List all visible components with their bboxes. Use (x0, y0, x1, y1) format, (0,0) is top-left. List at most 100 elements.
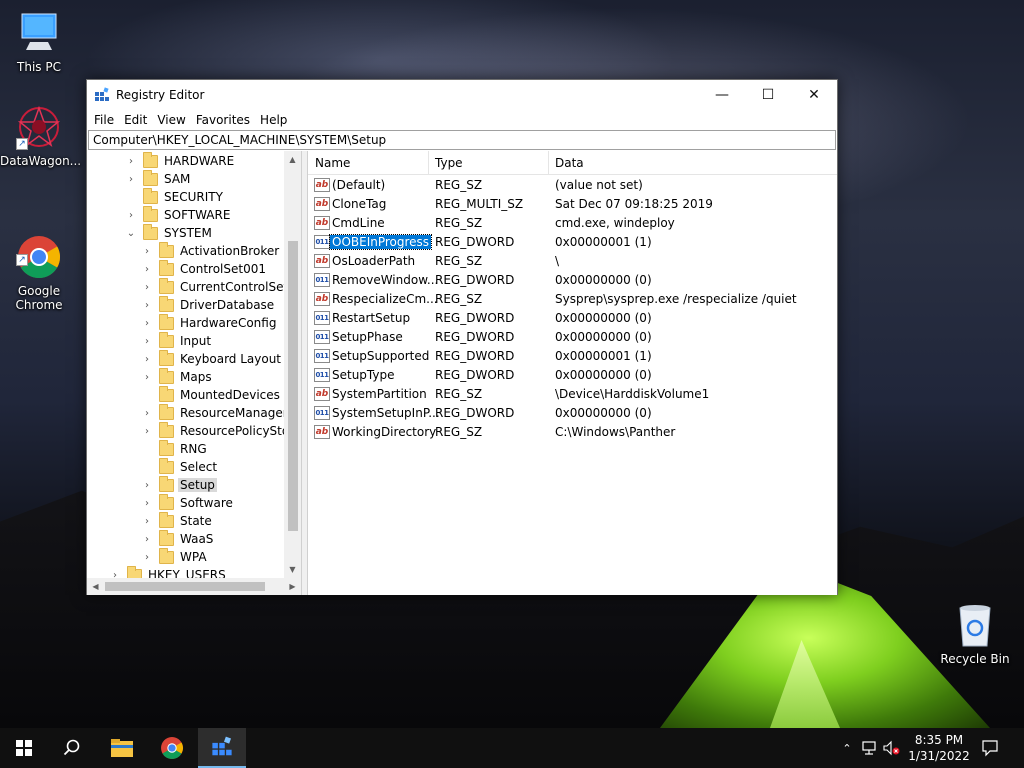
tree-item-currentcontrolset[interactable]: › CurrentControlSet (141, 277, 290, 296)
tree-item-sam[interactable]: › SAM (125, 169, 192, 188)
value-row[interactable]: 011 RestartSetup REG_DWORD 0x00000000 (0) (308, 309, 837, 328)
menu-view[interactable]: View (152, 113, 190, 127)
chevron-right-icon[interactable]: › (141, 246, 153, 257)
values-list-pane[interactable]: Name Type Data ab (Default) REG_SZ (value n… (307, 151, 837, 595)
value-row[interactable]: ab CloneTag REG_MULTI_SZ Sat Dec 07 09:18:2… (308, 195, 837, 214)
tree-item-activationbroker[interactable]: › ActivationBroker (141, 241, 281, 260)
tree-item-maps[interactable]: › Maps (141, 367, 214, 386)
tree-item-controlset001[interactable]: › ControlSet001 (141, 259, 268, 278)
close-button[interactable]: ✕ (791, 80, 837, 109)
tree-item-setup[interactable]: › Setup (141, 475, 217, 494)
menu-bar: File Edit View Favorites Help (87, 109, 837, 130)
minimize-button[interactable]: — (699, 80, 745, 109)
tree-horizontal-scrollbar[interactable]: ◀ ▶ (87, 578, 301, 595)
network-icon[interactable] (860, 740, 878, 756)
chevron-right-icon[interactable]: › (141, 354, 153, 365)
tree-item-resourcepolicystore[interactable]: › ResourcePolicyStore (141, 421, 301, 440)
folder-icon (159, 241, 174, 258)
tree-hscroll-thumb[interactable] (105, 582, 265, 591)
tree-item-wpa[interactable]: › WPA (141, 547, 209, 566)
tree-item-label: CurrentControlSet (180, 280, 289, 294)
chevron-right-icon[interactable]: › (141, 552, 153, 563)
scroll-up-icon[interactable]: ▲ (284, 151, 301, 168)
menu-help[interactable]: Help (255, 113, 292, 127)
chevron-right-icon[interactable]: › (141, 426, 153, 437)
title-bar[interactable]: Registry Editor — ☐ ✕ (87, 80, 837, 109)
tree-item-select[interactable]: Select (141, 457, 219, 476)
chevron-right-icon[interactable]: › (125, 174, 137, 185)
chevron-right-icon[interactable]: › (141, 480, 153, 491)
chevron-right-icon[interactable]: › (141, 498, 153, 509)
chevron-right-icon[interactable]: › (141, 318, 153, 329)
tree-item-state[interactable]: › State (141, 511, 214, 530)
taskbar-chrome[interactable] (148, 728, 196, 768)
value-row[interactable]: 011 SetupPhase REG_DWORD 0x00000000 (0) (308, 328, 837, 347)
desktop-icon-recycle-bin[interactable]: Recycle Bin (936, 602, 1014, 666)
tree-item-resourcemanager[interactable]: › ResourceManager (141, 403, 290, 422)
column-separator[interactable] (548, 151, 549, 175)
tree-item-rng[interactable]: RNG (141, 439, 209, 458)
tree-item-waas[interactable]: › WaaS (141, 529, 215, 548)
tree-item-software[interactable]: › SOFTWARE (125, 205, 232, 224)
tree-item-input[interactable]: › Input (141, 331, 213, 350)
tree-item-security[interactable]: SECURITY (125, 187, 225, 206)
volume-muted-icon[interactable] (882, 740, 900, 756)
tree-scroll-thumb[interactable] (288, 241, 298, 531)
value-row[interactable]: ab CmdLine REG_SZ cmd.exe, windeploy (308, 214, 837, 233)
value-row[interactable]: ab OsLoaderPath REG_SZ \ (308, 252, 837, 271)
value-row[interactable]: 011 SetupType REG_DWORD 0x00000000 (0) (308, 366, 837, 385)
chevron-right-icon[interactable]: › (141, 264, 153, 275)
action-center-button[interactable] (970, 728, 1010, 768)
chevron-right-icon[interactable]: › (141, 516, 153, 527)
scroll-down-icon[interactable]: ▼ (284, 561, 301, 578)
chevron-right-icon[interactable]: › (125, 156, 137, 167)
chevron-right-icon[interactable]: › (141, 534, 153, 545)
scroll-left-icon[interactable]: ◀ (87, 578, 104, 595)
address-bar[interactable]: Computer\HKEY_LOCAL_MACHINE\SYSTEM\Setup (88, 130, 836, 150)
tree-item-mounteddevices[interactable]: MountedDevices (141, 385, 282, 404)
taskbar-file-explorer[interactable] (98, 728, 146, 768)
desktop-icon-this-pc[interactable]: This PC (0, 10, 78, 74)
show-hidden-icons-chevron-icon[interactable]: ⌃ (838, 742, 856, 755)
value-row[interactable]: 011 SetupSupported REG_DWORD 0x00000001 (1) (308, 347, 837, 366)
tree-vertical-scrollbar[interactable]: ▲ ▼ (284, 151, 301, 578)
menu-favorites[interactable]: Favorites (191, 113, 255, 127)
value-row[interactable]: 011 RemoveWindow... REG_DWORD 0x00000000 (0… (308, 271, 837, 290)
chevron-right-icon[interactable]: › (141, 372, 153, 383)
taskbar-registry-editor[interactable] (198, 728, 246, 768)
search-button[interactable] (48, 728, 96, 768)
start-button[interactable] (0, 728, 48, 768)
column-separator[interactable] (428, 151, 429, 175)
tree-item-software[interactable]: › Software (141, 493, 235, 512)
menu-edit[interactable]: Edit (119, 113, 152, 127)
tree-item-hardwareconfig[interactable]: › HardwareConfig (141, 313, 278, 332)
value-row[interactable]: ab SystemPartition REG_SZ \Device\HarddiskV… (308, 385, 837, 404)
value-type: REG_SZ (435, 292, 483, 306)
desktop-icon-google-chrome[interactable]: ↗ Google Chrome (0, 206, 78, 326)
value-row[interactable]: ab WorkingDirectory REG_SZ C:\Windows\Panth… (308, 423, 837, 442)
folder-icon (159, 331, 174, 348)
tree-item-system[interactable]: ⌄ SYSTEM (125, 223, 214, 242)
chevron-right-icon[interactable]: › (141, 300, 153, 311)
scroll-right-icon[interactable]: ▶ (284, 578, 301, 595)
column-name[interactable]: Name (315, 156, 350, 170)
tree-item-hardware[interactable]: › HARDWARE (125, 151, 236, 170)
taskbar-clock[interactable]: 8:35 PM 1/31/2022 (900, 732, 978, 764)
tree-item-driverdatabase[interactable]: › DriverDatabase (141, 295, 276, 314)
chevron-right-icon[interactable]: › (125, 210, 137, 221)
chevron-right-icon[interactable]: › (141, 282, 153, 293)
chevron-down-icon[interactable]: ⌄ (125, 228, 137, 239)
chevron-right-icon[interactable]: › (141, 336, 153, 347)
menu-file[interactable]: File (89, 113, 119, 127)
column-type[interactable]: Type (435, 156, 463, 170)
column-data[interactable]: Data (555, 156, 584, 170)
value-row[interactable]: ab RespecializeCm... REG_SZ Sysprep\sysprep… (308, 290, 837, 309)
tree-item-keyboard-layout[interactable]: › Keyboard Layout (141, 349, 283, 368)
value-row[interactable]: 011 OOBEInProgress REG_DWORD 0x00000001 (1) (308, 233, 837, 252)
value-row[interactable]: ab (Default) REG_SZ (value not set) (308, 176, 837, 195)
maximize-button[interactable]: ☐ (745, 80, 791, 109)
desktop-icon-datawagon[interactable]: ↗ DataWagon... (0, 104, 81, 168)
key-tree-pane[interactable]: › HARDWARE › SAM SECURITY › SOFTWARE ⌄ SYSTEM › Ac… (87, 151, 302, 595)
value-row[interactable]: 011 SystemSetupInP... REG_DWORD 0x00000000 … (308, 404, 837, 423)
chevron-right-icon[interactable]: › (141, 408, 153, 419)
